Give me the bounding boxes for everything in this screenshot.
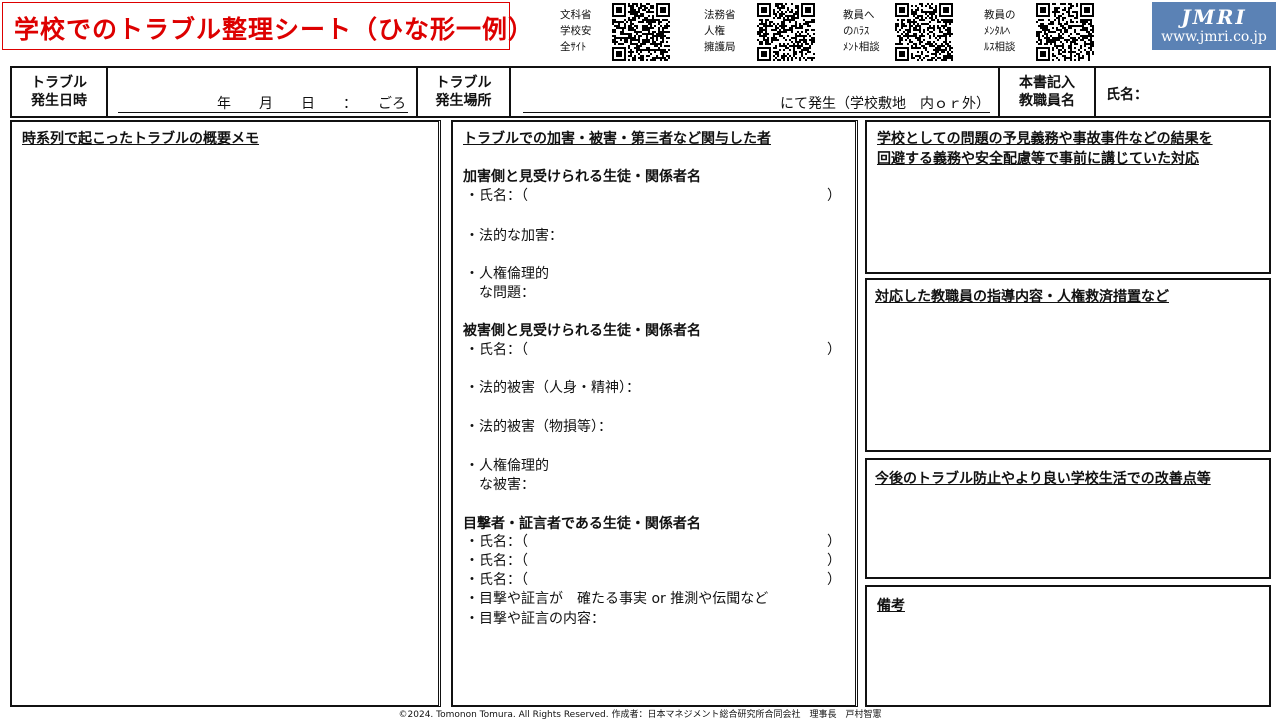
staff-label: 本書記入 教職員名 bbox=[1000, 68, 1096, 116]
victim-name-close: ） bbox=[827, 342, 841, 358]
witness-fact-label: ・目撃や証言が 確たる事実 or 推測や伝聞など bbox=[465, 591, 769, 607]
perp-legal-label: ・法的な加害： bbox=[465, 228, 563, 244]
place-field[interactable]: にて発生（学校敷地 内ｏｒ外） bbox=[511, 68, 1000, 116]
victim-body-label: ・法的被害（人身・精神）： bbox=[465, 380, 640, 396]
date-template: 年 月 日 ： ごろ bbox=[217, 96, 406, 112]
school-duty-title-2: 回避する義務や安全配慮等で事前に講じていた対応 bbox=[877, 151, 1199, 167]
victim-property-label: ・法的被害（物損等）： bbox=[465, 419, 612, 435]
witness-name-label: ・氏名：（ bbox=[465, 572, 528, 588]
witness-name-label: ・氏名：（ bbox=[465, 534, 528, 550]
witness-name-close: ） bbox=[827, 572, 841, 588]
qr-label-harassment: 教員へ のﾊﾗｽ ﾒﾝﾄ相談 bbox=[843, 9, 880, 53]
notes-panel[interactable]: 備考 bbox=[865, 585, 1271, 707]
response-title: 対応した教職員の指導内容・人権救済措置など bbox=[875, 289, 1169, 305]
sheet-title: 学校でのトラブル整理シート（ひな形一例） bbox=[14, 15, 535, 44]
school-duty-title: 学校としての問題の予見義務や事故事件などの結果を bbox=[877, 131, 1213, 147]
qr-label-mext: 文科省 学校安 全ｻｲﾄ bbox=[560, 9, 592, 53]
memo-title: 時系列で起こったトラブルの概要メモ bbox=[22, 131, 260, 147]
witness-name-label: ・氏名：（ bbox=[465, 553, 528, 569]
witness-heading: 目撃者・証言者である生徒・関係者名 bbox=[463, 516, 701, 532]
qr-code-icon[interactable] bbox=[757, 3, 815, 61]
brand-logo[interactable]: JMRI www.jmri.co.jp bbox=[1152, 2, 1276, 50]
brand-url[interactable]: www.jmri.co.jp bbox=[1152, 28, 1276, 46]
place-template: にて発生（学校敷地 内ｏｒ外） bbox=[780, 96, 990, 112]
name-label: 氏名： bbox=[1106, 87, 1148, 103]
response-panel[interactable]: 対応した教職員の指導内容・人権救済措置など bbox=[865, 278, 1271, 452]
improvement-panel[interactable]: 今後のトラブル防止やより良い学校生活での改善点等 bbox=[865, 458, 1271, 579]
brand-name: JMRI bbox=[1181, 5, 1247, 29]
qr-code-icon[interactable] bbox=[612, 3, 670, 61]
date-label: トラブル 発生日時 bbox=[12, 68, 108, 116]
copyright-footer: ©2024. Tomonon Tomura. All Rights Reserv… bbox=[398, 710, 882, 720]
victim-ethic-label: ・人権倫理的 bbox=[465, 458, 549, 474]
victim-ethic-label-2: な被害： bbox=[479, 477, 535, 493]
date-field[interactable]: 年 月 日 ： ごろ bbox=[108, 68, 418, 116]
improvement-title: 今後のトラブル防止やより良い学校生活での改善点等 bbox=[875, 471, 1211, 487]
qr-code-icon[interactable] bbox=[895, 3, 953, 61]
perp-ethic-label-2: な問題： bbox=[479, 285, 535, 301]
perp-ethic-label: ・人権倫理的 bbox=[465, 266, 549, 282]
witness-name-close: ） bbox=[827, 534, 841, 550]
school-duty-panel[interactable]: 学校としての問題の予見義務や事故事件などの結果を 回避する義務や安全配慮等で事前… bbox=[865, 120, 1271, 274]
victim-name-label: ・氏名：（ bbox=[465, 342, 528, 358]
place-label: トラブル 発生場所 bbox=[418, 68, 511, 116]
header-row: トラブル 発生日時 年 月 日 ： ごろ トラブル 発生場所 にて発生（学校敷地… bbox=[10, 66, 1271, 118]
involved-panel[interactable]: トラブルでの加害・被害・第三者など関与した者 加害側と見受けられる生徒・関係者名… bbox=[451, 120, 858, 707]
witness-content-label: ・目撃や証言の内容： bbox=[465, 611, 605, 627]
witness-name-close: ） bbox=[827, 553, 841, 569]
memo-panel[interactable]: 時系列で起こったトラブルの概要メモ bbox=[10, 120, 441, 707]
qr-code-icon[interactable] bbox=[1036, 3, 1094, 61]
victim-heading: 被害側と見受けられる生徒・関係者名 bbox=[463, 323, 701, 339]
qr-label-moj: 法務省 人権 擁護局 bbox=[704, 9, 736, 53]
perp-name-close: ） bbox=[827, 188, 841, 204]
staff-name-field[interactable]: 氏名： bbox=[1096, 68, 1269, 116]
notes-title: 備考 bbox=[877, 598, 905, 614]
qr-label-mental: 教員の ﾒﾝﾀﾙﾍ ﾙｽ相談 bbox=[984, 9, 1016, 53]
perp-name-label: ・氏名：（ bbox=[465, 188, 528, 204]
perp-heading: 加害側と見受けられる生徒・関係者名 bbox=[463, 169, 701, 185]
involved-title: トラブルでの加害・被害・第三者など関与した者 bbox=[463, 131, 771, 147]
